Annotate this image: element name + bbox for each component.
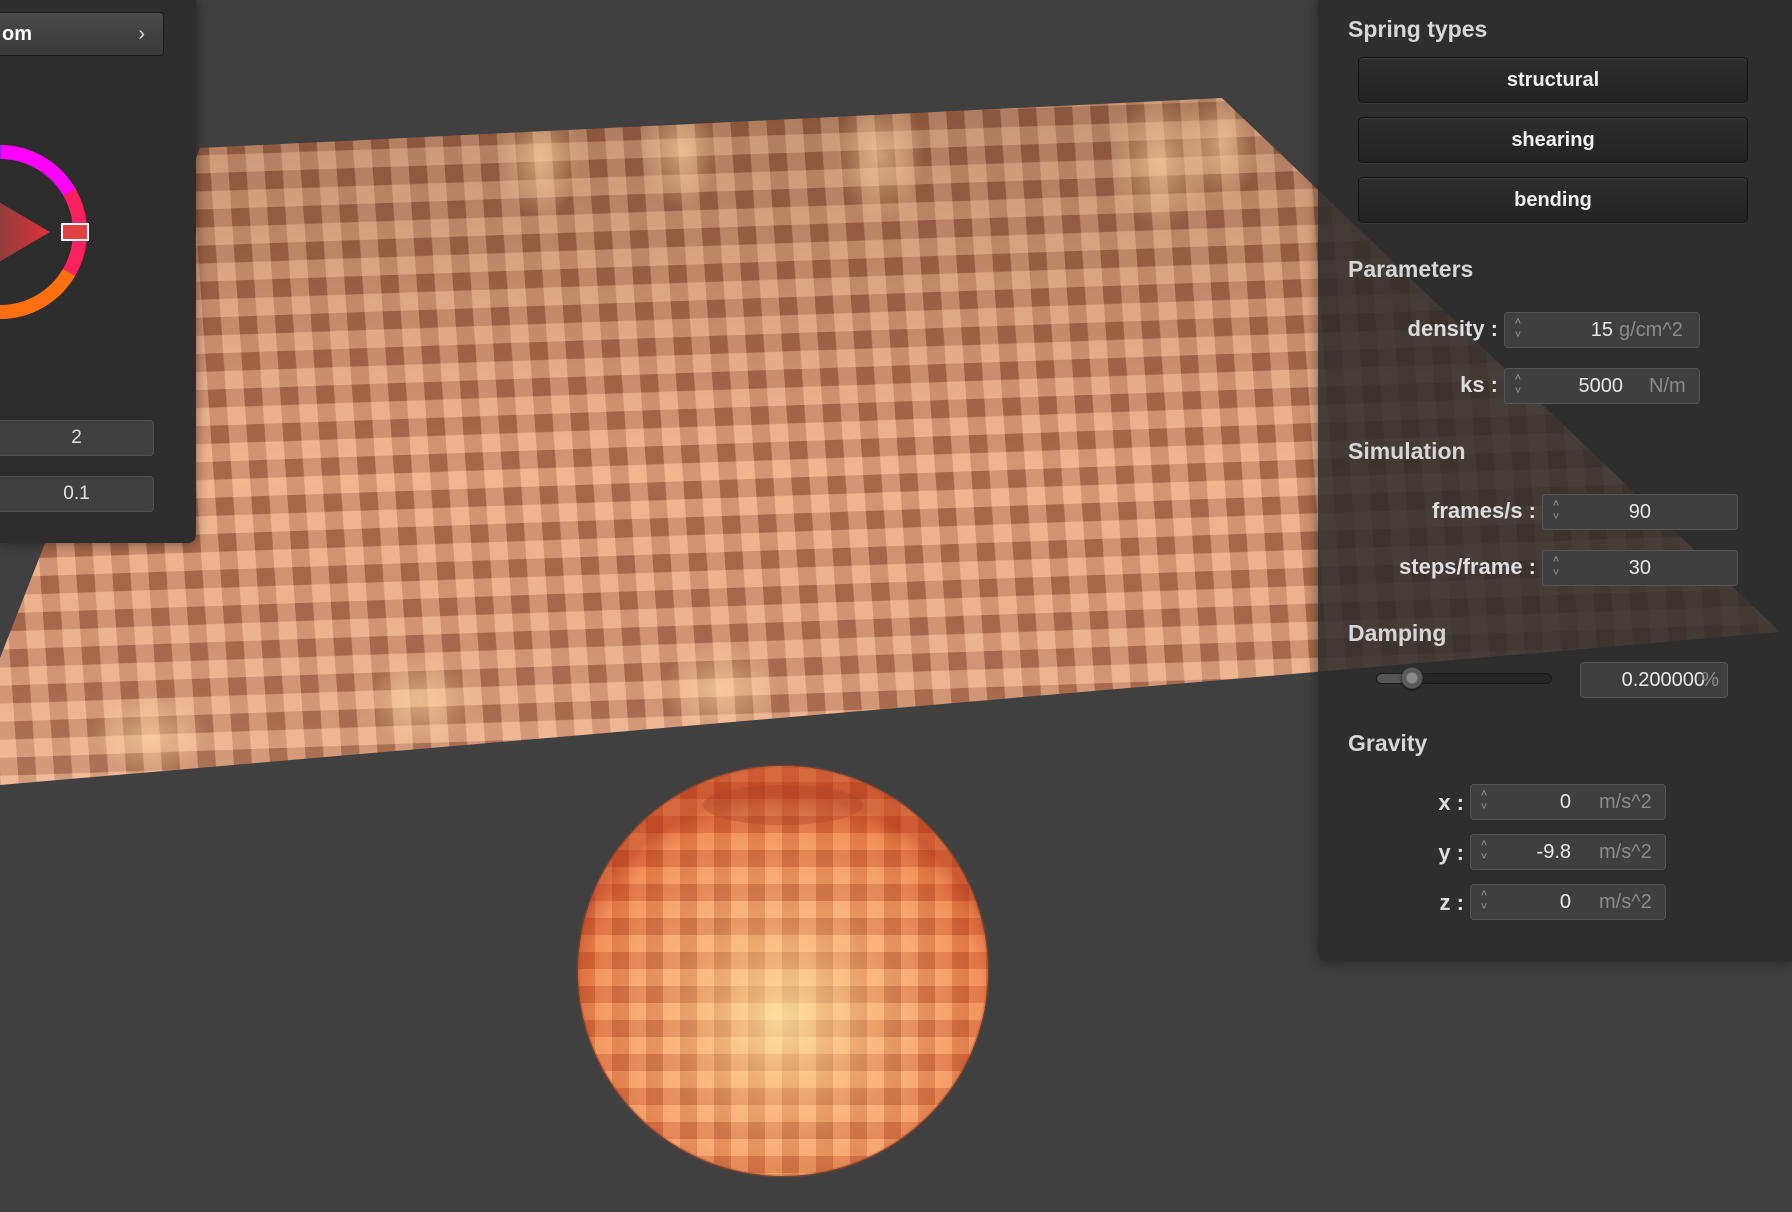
ks-value: 5000: [1578, 375, 1624, 397]
damping-slider[interactable]: [1376, 667, 1552, 689]
spin-arrows-icon[interactable]: ˄ ˅: [1549, 498, 1563, 526]
gravity-x-spinbox[interactable]: ˄ ˅ 0 m/s^2: [1470, 784, 1666, 820]
damping-field[interactable]: 0.200000 %: [1580, 662, 1728, 698]
fps-label: frames/s :: [1432, 498, 1536, 523]
gravity-x-unit: m/s^2: [1599, 791, 1652, 813]
spin-arrows-icon[interactable]: ˄ ˅: [1477, 888, 1491, 916]
gravity-y-unit: m/s^2: [1599, 841, 1652, 863]
damping-unit: %: [1701, 669, 1719, 691]
bending-button[interactable]: bending: [1358, 177, 1748, 223]
steps-spinbox[interactable]: ˄ ˅ 30: [1542, 550, 1738, 586]
left-field-2[interactable]: 0.1: [0, 476, 154, 512]
steps-label: steps/frame :: [1399, 554, 1536, 579]
section-title-parameters: Parameters: [1348, 256, 1474, 282]
left-field-1[interactable]: 2: [0, 420, 154, 456]
gravity-y-label: y :: [1438, 840, 1464, 865]
slider-knob-icon[interactable]: [1400, 667, 1423, 689]
ks-label: ks :: [1460, 372, 1498, 397]
steps-value: 30: [1628, 557, 1651, 579]
gravity-z-value: 0: [1559, 891, 1571, 913]
material-dropdown[interactable]: om ›: [0, 12, 164, 56]
spin-arrows-icon[interactable]: ˄ ˅: [1511, 316, 1525, 344]
gravity-x-value: 0: [1559, 791, 1571, 813]
color-wheel[interactable]: [0, 142, 90, 322]
density-label: density :: [1407, 316, 1498, 341]
spin-arrows-icon[interactable]: ˄ ˅: [1477, 838, 1491, 866]
left-panel: om › 2 0.1: [0, 0, 196, 543]
section-title-damping: Damping: [1348, 620, 1447, 646]
ks-unit: N/m: [1649, 375, 1686, 397]
gravity-y-spinbox[interactable]: ˄ ˅ -9.8 m/s^2: [1470, 834, 1666, 870]
gravity-z-label: z :: [1439, 890, 1464, 915]
gravity-y-value: -9.8: [1536, 841, 1571, 863]
section-title-spring-types: Spring types: [1348, 16, 1488, 42]
damping-value: 0.200000: [1621, 669, 1705, 691]
spin-arrows-icon[interactable]: ˄ ˅: [1511, 372, 1525, 400]
fps-spinbox[interactable]: ˄ ˅ 90: [1542, 494, 1738, 530]
density-unit: g/cm^2: [1619, 319, 1683, 341]
gravity-z-unit: m/s^2: [1599, 891, 1652, 913]
sphere: [576, 764, 990, 1178]
density-spinbox[interactable]: ˄ ˅ 15 g/cm^2: [1504, 312, 1700, 348]
gravity-z-spinbox[interactable]: ˄ ˅ 0 m/s^2: [1470, 884, 1666, 920]
spin-arrows-icon[interactable]: ˄ ˅: [1549, 554, 1563, 582]
density-value: 15: [1590, 319, 1613, 341]
spin-arrows-icon[interactable]: ˄ ˅: [1477, 788, 1491, 816]
fps-value: 90: [1628, 501, 1651, 523]
right-panel: Spring types structural shearing bending…: [1318, 0, 1792, 962]
chevron-right-icon: ›: [138, 23, 145, 45]
section-title-simulation: Simulation: [1348, 438, 1466, 464]
structural-button[interactable]: structural: [1358, 57, 1748, 103]
ks-spinbox[interactable]: ˄ ˅ 5000 N/m: [1504, 368, 1700, 404]
gravity-x-label: x :: [1438, 790, 1464, 815]
shearing-button[interactable]: shearing: [1358, 117, 1748, 163]
section-title-gravity: Gravity: [1348, 730, 1428, 756]
hue-selector: [61, 223, 89, 241]
dropdown-label: om: [2, 23, 32, 45]
